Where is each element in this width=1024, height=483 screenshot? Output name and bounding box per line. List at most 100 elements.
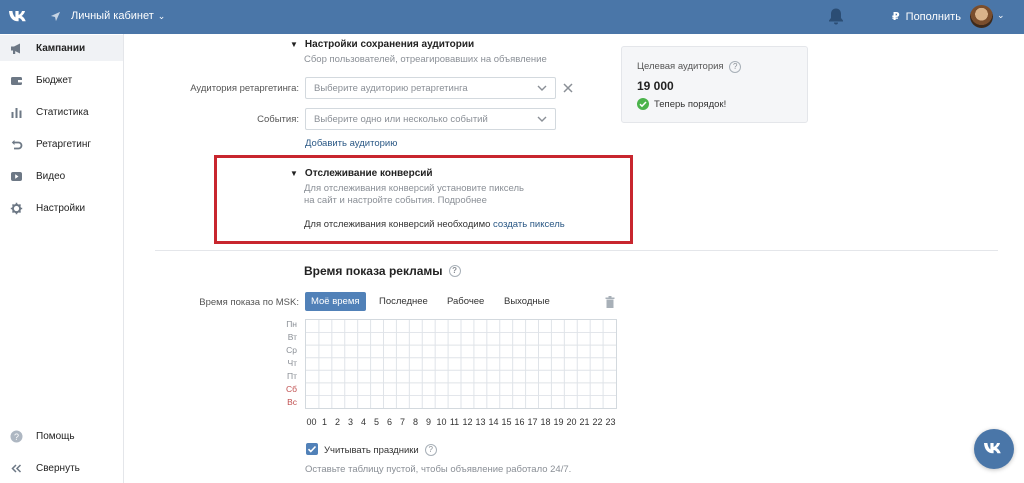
day-label: Чт: [287, 358, 297, 368]
collapse-triangle-icon: ▼: [290, 169, 298, 178]
sidebar-item-label: Видео: [36, 170, 66, 182]
tab-recent[interactable]: Последнее: [373, 292, 434, 311]
target-audience-title: Целевая аудитория ?: [637, 61, 742, 73]
top-bar: Личный кабинет ⌄ ₽ Пополнить ⌄: [0, 0, 1024, 34]
retarget-arrow-icon: [11, 139, 23, 149]
avatar[interactable]: [970, 5, 993, 28]
check-circle-icon: [637, 98, 649, 110]
sidebar-item-video[interactable]: Видео: [0, 163, 123, 189]
navigation-arrow-icon: [50, 11, 61, 22]
hour-label: 17: [527, 417, 538, 427]
schedule-title: Время показа рекламы ?: [304, 264, 461, 278]
hour-label: 00: [306, 417, 317, 427]
hour-label: 19: [553, 417, 564, 427]
hour-label: 11: [449, 417, 460, 427]
conversion-desc-line1: Для отслеживания конверсий установите пи…: [304, 183, 524, 194]
sidebar-item-label: Бюджет: [36, 74, 73, 86]
trash-icon[interactable]: [605, 296, 615, 308]
sidebar-item-retargeting[interactable]: Ретаргетинг: [0, 131, 123, 157]
day-label: Вт: [287, 332, 297, 342]
hour-label: 3: [347, 417, 353, 427]
sidebar-item-campaigns[interactable]: Кампании: [0, 35, 123, 61]
holidays-label: Учитывать праздники ?: [324, 444, 437, 456]
create-pixel-link[interactable]: создать пиксель: [493, 219, 565, 230]
target-audience-status-text: Теперь порядок!: [654, 98, 727, 110]
target-audience-title-text: Целевая аудитория: [637, 61, 724, 72]
retarget-audience-placeholder: Выберите аудиторию ретаргетинга: [314, 82, 468, 94]
help-circle-icon: ?: [10, 430, 23, 442]
topup-label: Пополнить: [905, 11, 961, 23]
target-audience-value: 19 000: [637, 79, 674, 93]
topup-button[interactable]: ₽ Пополнить: [892, 10, 961, 23]
svg-text:?: ?: [14, 432, 19, 442]
help-icon[interactable]: ?: [448, 265, 461, 277]
sidebar-item-label: Кампании: [36, 42, 86, 54]
conversion-title: Отслеживание конверсий: [304, 168, 433, 179]
hour-label: 2: [334, 417, 340, 427]
bar-chart-icon: [11, 107, 22, 118]
day-label: Пт: [286, 371, 297, 381]
add-audience-link[interactable]: Добавить аудиторию: [305, 138, 397, 149]
hour-label: 4: [360, 417, 366, 427]
help-icon[interactable]: ?: [729, 61, 742, 73]
hour-label: 23: [605, 417, 616, 427]
audience-save-title: Настройки сохранения аудитории: [304, 39, 475, 50]
schedule-grid[interactable]: [305, 319, 617, 409]
sidebar-collapse[interactable]: Свернуть: [0, 455, 123, 481]
chevron-down-icon: [537, 85, 547, 91]
play-icon: [11, 171, 22, 181]
cabinet-dropdown[interactable]: Личный кабинет ⌄: [71, 10, 165, 22]
hour-label: 20: [566, 417, 577, 427]
cabinet-label: Личный кабинет: [71, 10, 154, 22]
sidebar-item-label: Статистика: [36, 106, 89, 118]
holidays-checkbox[interactable]: [306, 443, 318, 455]
msk-time-label: Время показа по MSK:: [199, 297, 299, 308]
events-select[interactable]: Выберите одно или несколько событий: [305, 108, 556, 130]
sidebar-help-label: Помощь: [36, 430, 75, 442]
bell-icon[interactable]: [827, 7, 845, 26]
hour-label: 14: [488, 417, 499, 427]
tab-weekend[interactable]: Выходные: [498, 292, 556, 311]
hour-label: 15: [501, 417, 512, 427]
sidebar-help[interactable]: ? Помощь: [0, 423, 123, 449]
conversion-desc-line2: на сайт и настройте события. Подробнее: [304, 195, 487, 206]
vk-chat-button[interactable]: [974, 429, 1014, 469]
hour-label: 1: [321, 417, 327, 427]
section-divider: [155, 250, 998, 251]
hour-label: 5: [373, 417, 379, 427]
hour-label: 22: [592, 417, 603, 427]
retarget-audience-label: Аудитория ретаргетинга:: [190, 83, 299, 94]
hour-label: 18: [540, 417, 551, 427]
audience-save-section-title[interactable]: ▼ Настройки сохранения аудитории: [290, 39, 474, 50]
gear-icon: [10, 202, 23, 214]
day-label-weekend: Вс: [287, 397, 297, 407]
sidebar-item-statistics[interactable]: Статистика: [0, 99, 123, 125]
day-label-weekend: Сб: [285, 384, 297, 394]
hour-label: 9: [425, 417, 431, 427]
double-chevron-left-icon: [11, 463, 22, 473]
more-link[interactable]: Подробнее: [438, 195, 487, 206]
target-audience-card: Целевая аудитория ? 19 000 Теперь порядо…: [621, 46, 808, 123]
chevron-down-icon[interactable]: ⌄: [997, 10, 1005, 21]
hour-label: 12: [462, 417, 473, 427]
close-icon[interactable]: [563, 83, 573, 93]
hour-label: 21: [579, 417, 590, 427]
main-content: ▼ Настройки сохранения аудитории Сбор пол…: [124, 34, 1024, 483]
sidebar-item-label: Настройки: [36, 202, 86, 214]
holidays-label-text: Учитывать праздники: [324, 444, 419, 456]
retarget-audience-select[interactable]: Выберите аудиторию ретаргетинга: [305, 77, 556, 99]
sidebar-collapse-label: Свернуть: [36, 462, 80, 474]
conversion-section-title[interactable]: ▼ Отслеживание конверсий: [290, 168, 433, 179]
help-icon[interactable]: ?: [424, 444, 437, 456]
vk-logo-icon[interactable]: [8, 8, 30, 26]
hour-label: 8: [412, 417, 418, 427]
tab-my-time[interactable]: Моё время: [305, 292, 366, 311]
hour-label: 13: [475, 417, 486, 427]
tab-working[interactable]: Рабочее: [441, 292, 490, 311]
sidebar-item-budget[interactable]: Бюджет: [0, 67, 123, 93]
megaphone-icon: [11, 43, 20, 54]
hour-label: 7: [399, 417, 405, 427]
chevron-down-icon: [537, 116, 547, 122]
sidebar-item-settings[interactable]: Настройки: [0, 195, 123, 221]
chevron-down-icon: ⌄: [157, 11, 166, 21]
